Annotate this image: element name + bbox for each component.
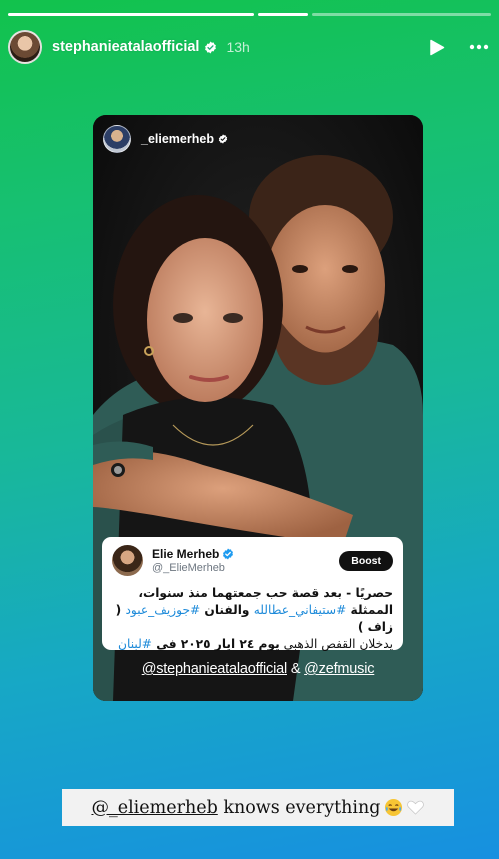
caption-text: knows everything [217, 797, 381, 818]
story-username[interactable]: stephanieatalaofficial [52, 39, 199, 55]
play-icon[interactable] [429, 39, 445, 56]
tweet-author-name-text: Elie Merheb [152, 547, 220, 561]
white-heart-icon [406, 800, 424, 815]
repost-author[interactable]: _eliemerheb [103, 125, 228, 153]
more-icon[interactable] [469, 44, 489, 50]
tears-of-joy-icon [384, 798, 402, 817]
verified-badge-icon [223, 548, 234, 560]
tweet-line-2-a: الممثلة [346, 603, 393, 617]
reposted-post-card[interactable]: _eliemerheb Elie Merheb @_ElieMerheb Boo… [93, 115, 423, 701]
mention-stephanie[interactable]: @stephanieatalaofficial [142, 661, 287, 677]
tweet-line-2-b: والفنان [200, 603, 254, 617]
tweet-body: حصريًا - بعد قصة حب جمعتهما منذ سنوات، ا… [112, 585, 393, 653]
tweet-handle: @_ElieMerheb [152, 562, 225, 574]
mention-zef[interactable]: @zefmusic [304, 661, 374, 677]
hashtag-joseph: #جوزيف_عبود [125, 603, 201, 617]
avatar[interactable] [8, 30, 42, 64]
story-header: stephanieatalaofficial 13h [8, 28, 491, 66]
repost-username[interactable]: _eliemerheb [141, 132, 214, 146]
story-time: 13h [226, 39, 250, 55]
hashtag-lebanon: #لبنان [118, 637, 152, 651]
progress-segment-1 [8, 13, 254, 16]
progress-segment-2 [258, 13, 308, 16]
mention-sticker: @stephanieatalaofficial & @zefmusic [93, 661, 423, 677]
tweet-card: Elie Merheb @_ElieMerheb Boost حصريًا - … [102, 537, 403, 653]
story-caption: @_eliemerheb knows everything [62, 789, 454, 826]
mention-amp: & [287, 661, 305, 677]
story-progress [8, 13, 491, 16]
repost-avatar[interactable] [103, 125, 131, 153]
tweet-avatar [112, 545, 143, 576]
caption-mention[interactable]: @_eliemerheb [91, 798, 217, 818]
tweet-line-3-a: يدخلان القفص الذهبي [279, 637, 393, 651]
hashtag-stephanie: #ستيفاني_عطالله [253, 603, 347, 617]
verified-badge-icon [205, 41, 217, 53]
tweet-line-1: حصريًا - بعد قصة حب جمعتهما منذ سنوات، [138, 586, 393, 600]
tweet-author-name: Elie Merheb [152, 547, 234, 561]
boost-button: Boost [339, 550, 393, 571]
tweet-line-3-b: يوم ٢٤ ايار ٢٠٢٥ في [152, 637, 280, 651]
verified-badge-icon [218, 134, 228, 144]
progress-segment-3 [312, 13, 491, 16]
